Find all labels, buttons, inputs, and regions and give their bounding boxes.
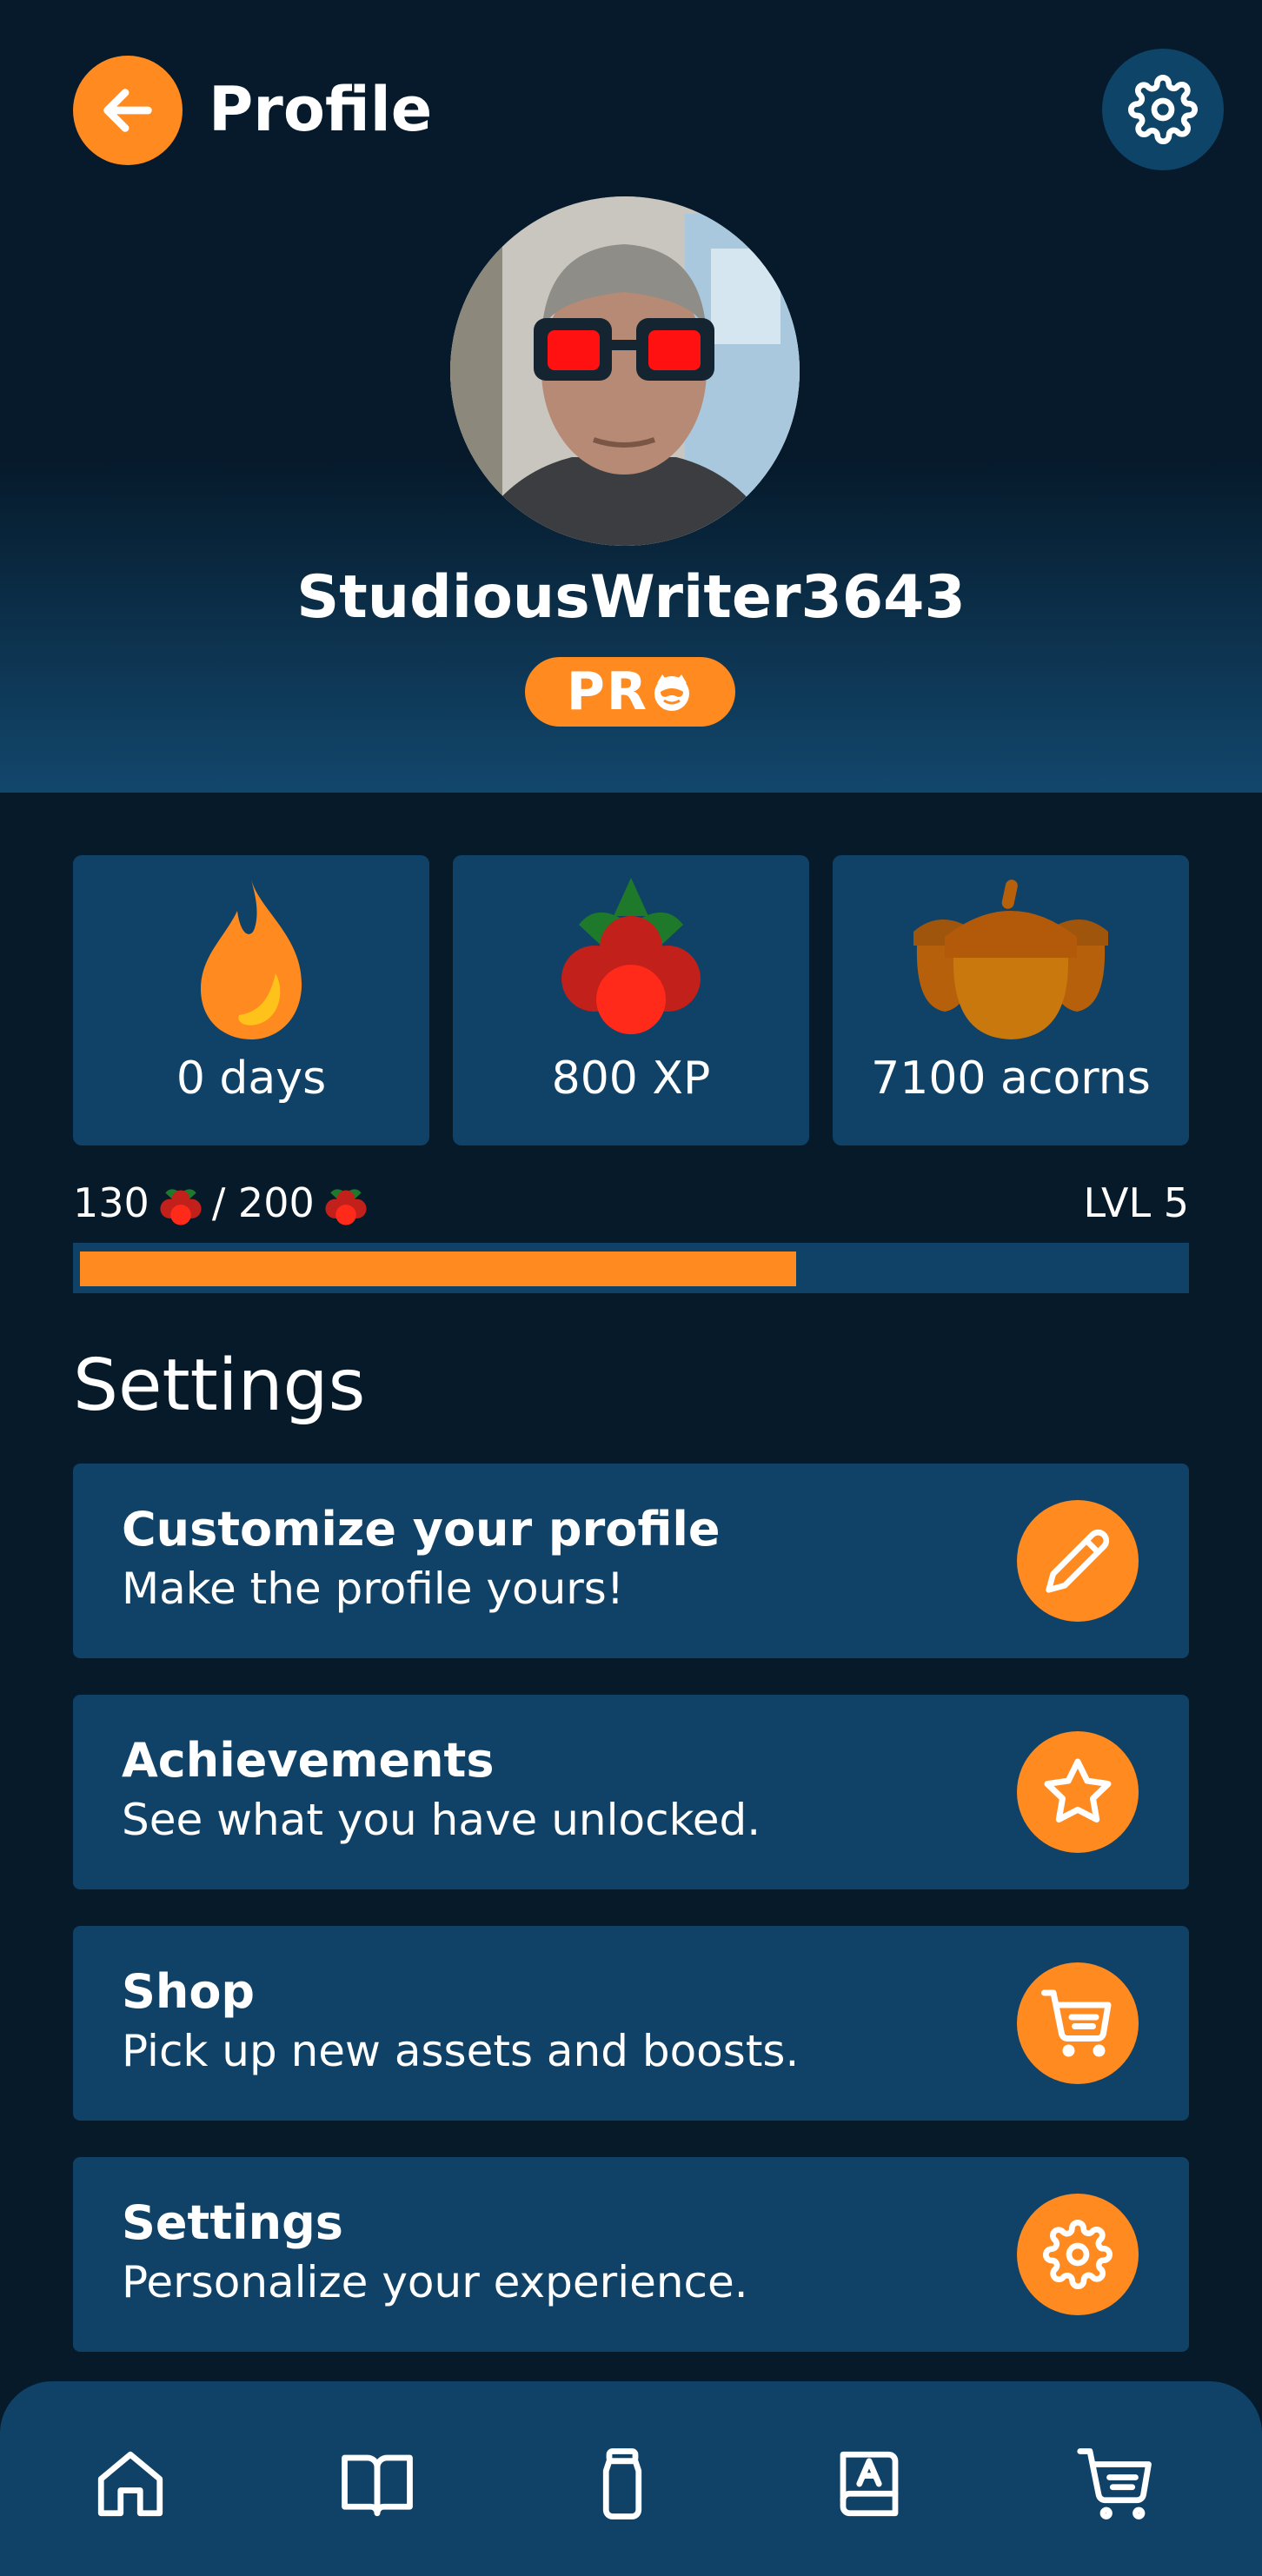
menu-subtitle: Make the profile yours! — [122, 1564, 624, 1614]
menu-subtitle: Personalize your experience. — [122, 2257, 748, 2307]
berries-icon — [561, 878, 701, 1034]
streak-card: 0 days — [73, 855, 429, 1145]
page-title: Profile — [209, 74, 433, 145]
xp-target: / 200 — [211, 1179, 315, 1226]
cart-icon — [1077, 2448, 1152, 2520]
jar-icon — [602, 2448, 642, 2520]
avatar-photo — [450, 196, 800, 546]
gear-icon — [1043, 2220, 1113, 2289]
nav-jar[interactable] — [579, 2440, 666, 2527]
menu-subtitle: Pick up new assets and boosts. — [122, 2026, 800, 2076]
nav-home[interactable] — [87, 2440, 174, 2527]
arrow-left-icon — [103, 89, 152, 132]
squirrel-mask-icon — [654, 674, 690, 711]
menu-subtitle: See what you have unlocked. — [122, 1795, 761, 1845]
shop-button[interactable] — [1017, 1962, 1139, 2084]
bottom-nav — [0, 2381, 1262, 2576]
level-label: LVL 5 — [1083, 1179, 1189, 1226]
cart-icon — [1041, 1989, 1112, 2057]
level-progress-bar — [73, 1243, 1189, 1293]
book-icon — [342, 2454, 413, 2517]
avatar[interactable] — [450, 196, 800, 546]
pro-badge-label: PR — [566, 661, 649, 722]
menu-title: Achievements — [122, 1733, 495, 1788]
achievements-button[interactable] — [1017, 1731, 1139, 1853]
xp-label: 800 XP — [551, 1052, 711, 1105]
menu-title: Customize your profile — [122, 1502, 721, 1557]
pro-badge: PR — [525, 657, 735, 727]
customize-profile-card[interactable]: Customize your profile Make the profile … — [73, 1464, 1189, 1658]
flame-icon — [201, 880, 302, 1039]
notebook-icon — [840, 2451, 899, 2517]
xp-current: 130 — [73, 1179, 149, 1226]
settings-button[interactable] — [1102, 49, 1224, 170]
nav-shop[interactable] — [1073, 2440, 1159, 2527]
streak-label: 0 days — [176, 1052, 327, 1105]
nav-library[interactable] — [334, 2440, 421, 2527]
achievements-card[interactable]: Achievements See what you have unlocked. — [73, 1695, 1189, 1889]
settings-card[interactable]: Settings Personalize your experience. — [73, 2157, 1189, 2352]
shop-card[interactable]: Shop Pick up new assets and boosts. — [73, 1926, 1189, 2121]
edit-button[interactable] — [1017, 1500, 1139, 1622]
settings-menu-button[interactable] — [1017, 2194, 1139, 2315]
home-icon — [97, 2451, 163, 2517]
acorns-label: 7100 acorns — [871, 1052, 1151, 1105]
level-progress-labels: 130 / 200 LVL 5 — [73, 1172, 1189, 1234]
settings-section-title: Settings — [73, 1344, 366, 1427]
acorns-icon — [913, 880, 1108, 1039]
menu-title: Settings — [122, 2195, 343, 2250]
star-icon — [1044, 1758, 1112, 1822]
pencil-icon — [1046, 1529, 1110, 1593]
username: StudiousWriter3643 — [296, 563, 966, 632]
berries-icon — [160, 1189, 202, 1225]
berries-icon — [325, 1189, 367, 1225]
acorns-card: 7100 acorns — [833, 855, 1189, 1145]
level-progress-fill — [80, 1251, 796, 1286]
menu-title: Shop — [122, 1964, 256, 2019]
nav-notebook[interactable] — [826, 2440, 913, 2527]
back-button[interactable] — [73, 56, 183, 165]
gear-icon — [1128, 75, 1198, 144]
xp-card: 800 XP — [453, 855, 809, 1145]
